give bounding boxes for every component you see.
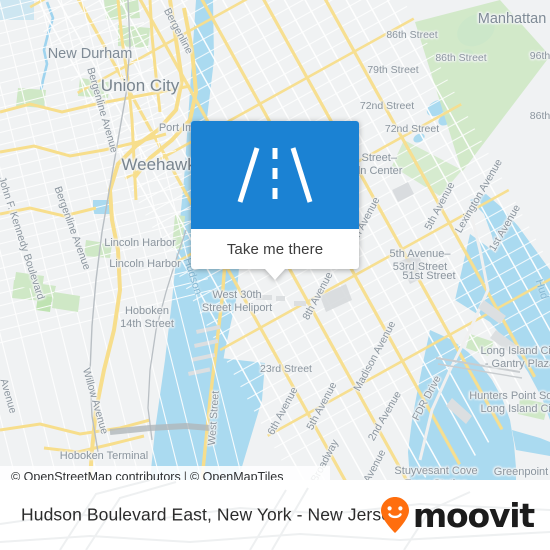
moovit-wordmark: moovit bbox=[412, 495, 535, 535]
map-canvas[interactable]: New Durham Union City Weehawken Manhattan B… bbox=[0, 0, 550, 480]
attribution-tiles[interactable]: © OpenMapTiles bbox=[190, 470, 284, 480]
popup-pointer bbox=[265, 269, 285, 280]
popup-icon-panel bbox=[191, 121, 359, 229]
road-icon bbox=[237, 147, 313, 203]
moovit-pin-icon bbox=[380, 497, 409, 533]
attribution-osm[interactable]: © OpenStreetMap contributors bbox=[11, 470, 181, 480]
footer-bar: Hudson Boulevard East, New York - New Je… bbox=[0, 480, 550, 550]
attribution-separator: | bbox=[183, 470, 187, 480]
moovit-logo[interactable]: moovit bbox=[379, 495, 535, 535]
page-title: Hudson Boulevard East, New York - New Je… bbox=[21, 504, 400, 525]
location-popup-card[interactable]: Take me there bbox=[191, 121, 359, 280]
take-me-there-label: Take me there bbox=[226, 240, 324, 258]
map-attribution: © OpenStreetMap contributors | © OpenMap… bbox=[0, 466, 330, 480]
popup-action-row[interactable]: Take me there bbox=[191, 229, 359, 269]
